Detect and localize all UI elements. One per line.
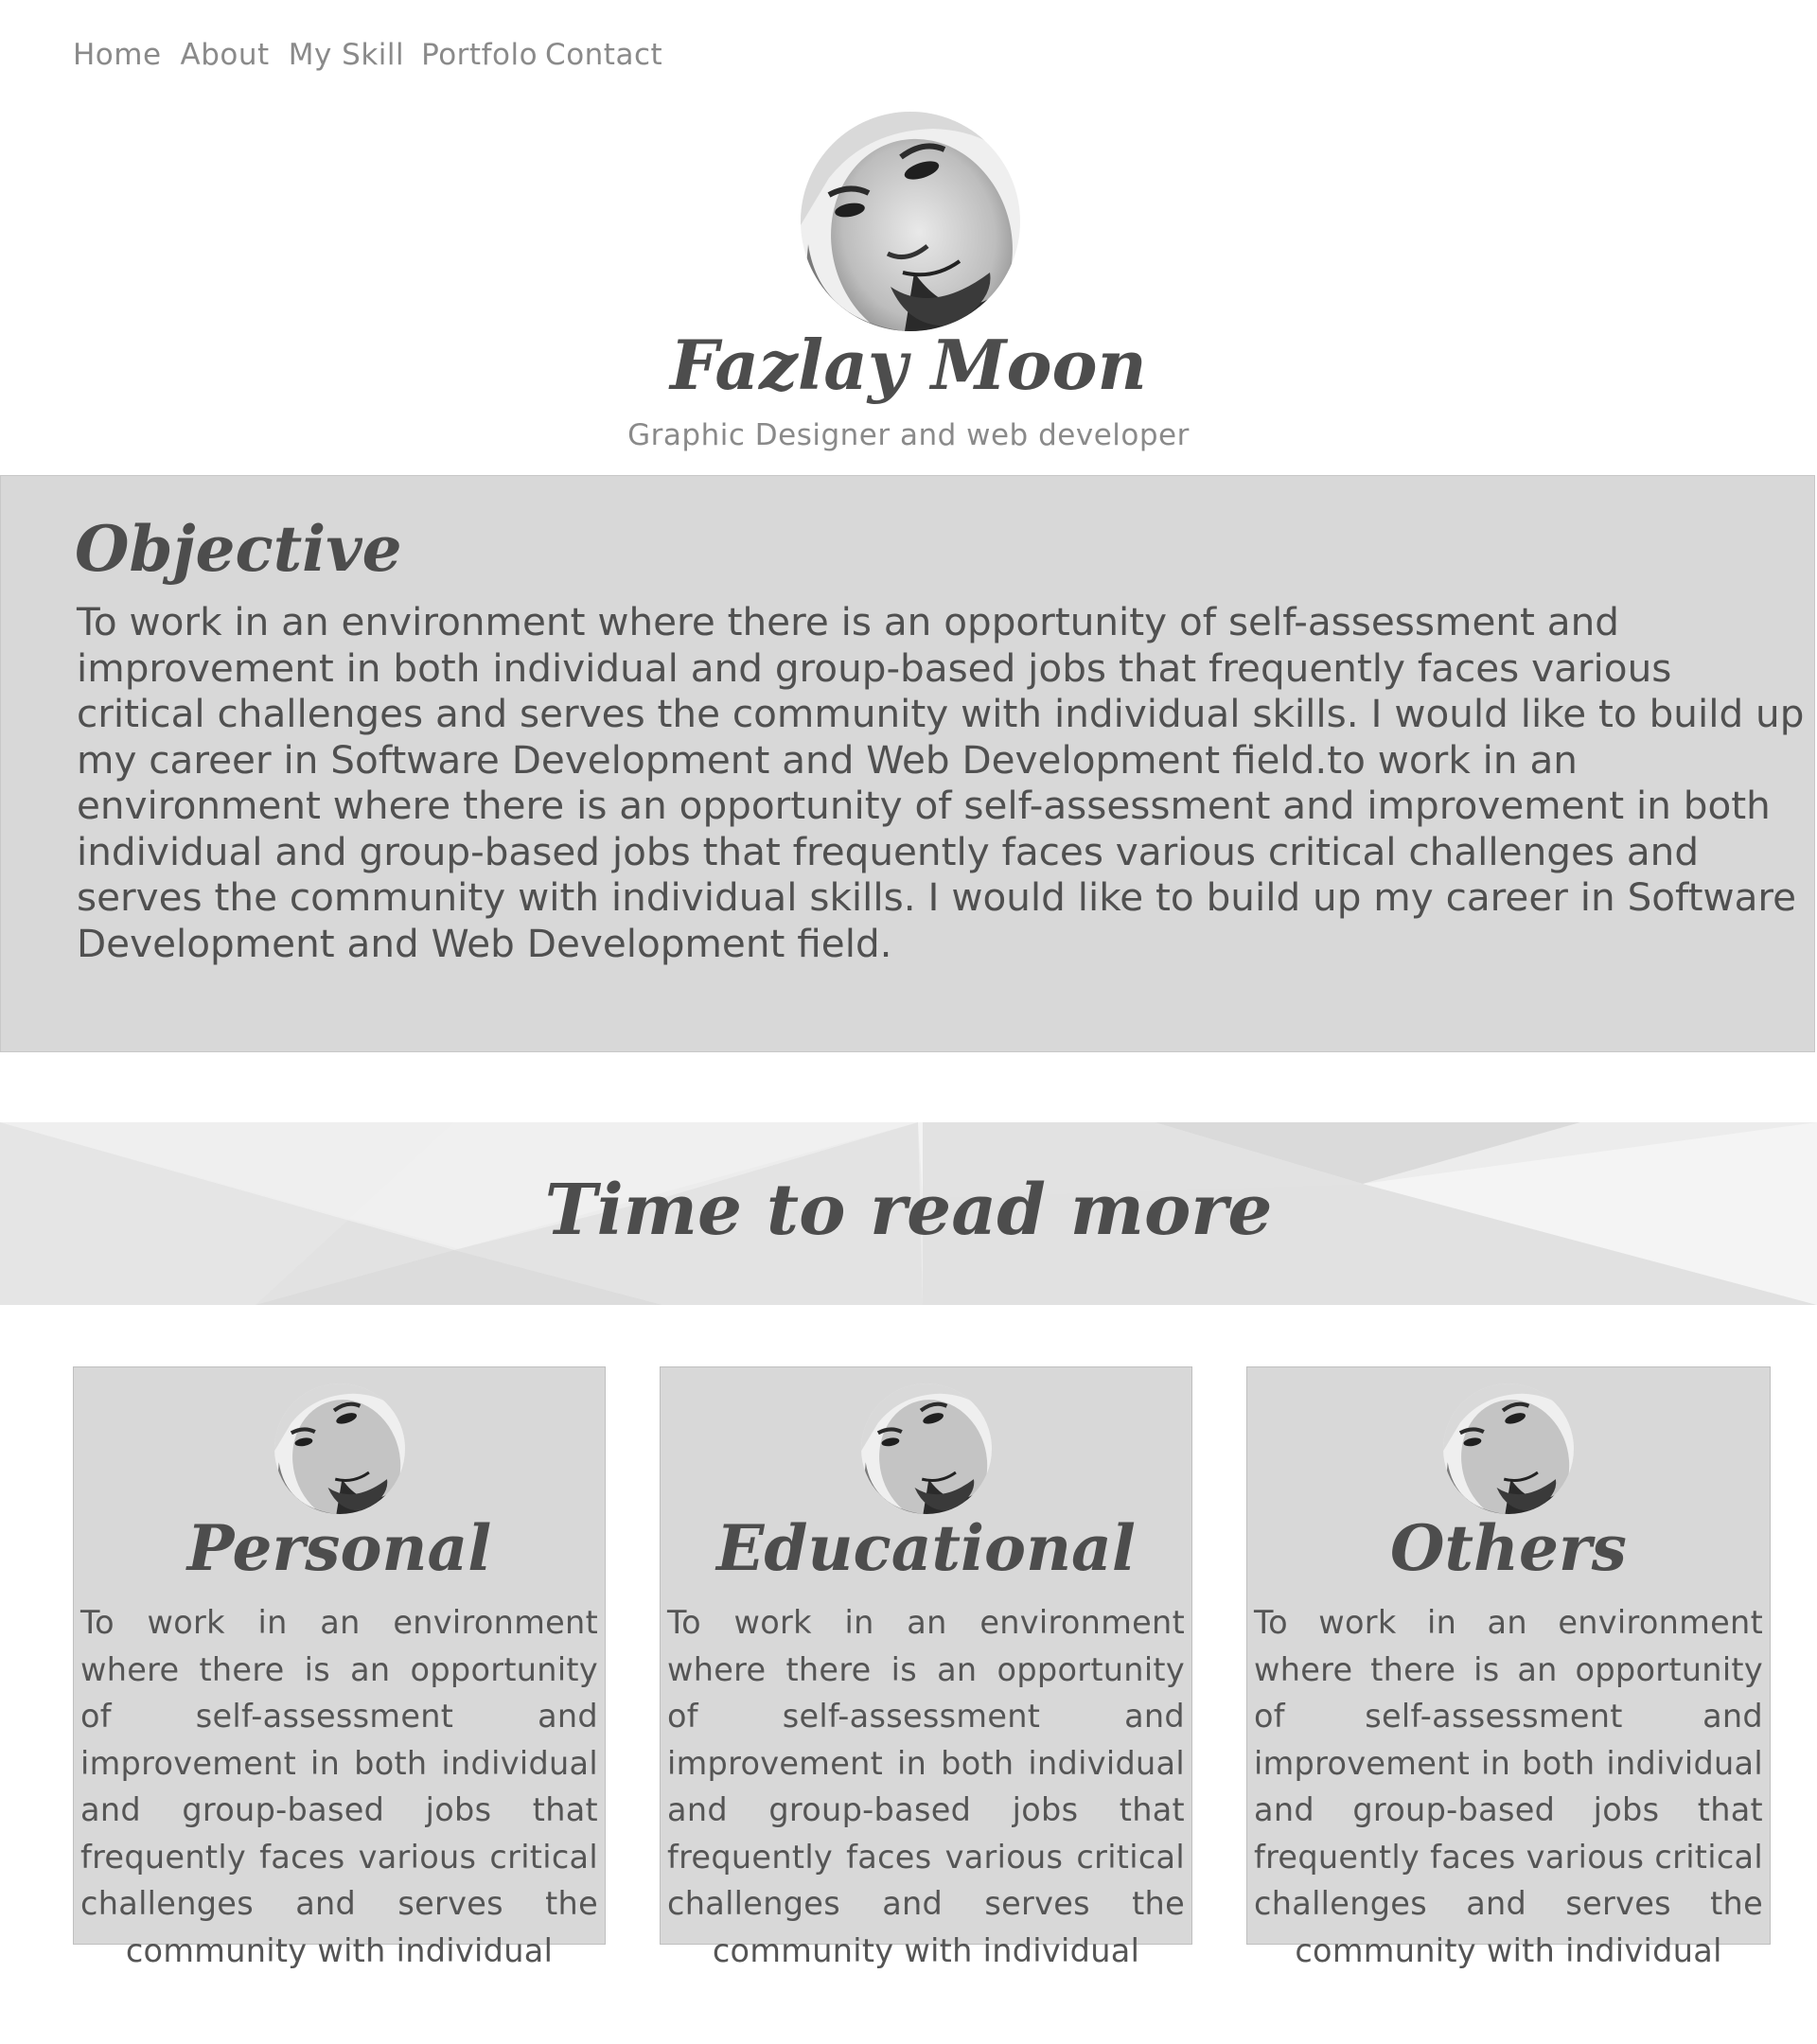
nav-portfolio-link[interactable]: Portfolo	[421, 38, 538, 72]
objective-text: To work in an environment where there is…	[77, 599, 1805, 966]
nav-about-link[interactable]: About	[181, 38, 270, 72]
portrait-photo-icon	[1443, 1383, 1574, 1514]
portrait-photo-icon	[860, 1383, 992, 1514]
profile-tagline: Graphic Designer and web developer	[627, 418, 1190, 452]
nav-contact-link[interactable]: Contact	[545, 38, 662, 72]
objective-section: Objective To work in an environment wher…	[0, 475, 1815, 1052]
nav-home-link[interactable]: Home	[73, 38, 162, 72]
card-others: Others To work in an environment where t…	[1246, 1366, 1771, 1969]
top-nav: Home About My Skill Portfolo Contact	[73, 38, 662, 72]
card-avatar	[273, 1383, 405, 1514]
objective-heading: Objective	[75, 512, 402, 586]
card-title: Educational	[716, 1511, 1136, 1585]
card-text: To work in an environment where there is…	[1254, 1604, 1763, 1969]
card-title: Others	[1390, 1511, 1627, 1585]
card-avatar	[860, 1383, 992, 1514]
portrait-photo-icon	[801, 112, 1020, 331]
portrait-photo-icon	[273, 1383, 405, 1514]
profile-avatar	[801, 112, 1020, 331]
card-text: To work in an environment where there is…	[80, 1604, 598, 1969]
read-more-banner: Time to read more	[0, 1122, 1817, 1305]
card-educational: Educational To work in an environment wh…	[660, 1366, 1192, 1969]
card-personal: Personal To work in an environment where…	[73, 1366, 606, 1969]
banner-heading: Time to read more	[544, 1170, 1273, 1251]
card-text: To work in an environment where there is…	[667, 1604, 1185, 1969]
card-avatar	[1443, 1383, 1574, 1514]
card-title: Personal	[186, 1511, 492, 1585]
nav-my-skill-link[interactable]: My Skill	[289, 38, 404, 72]
profile-name: Fazlay Moon	[670, 325, 1147, 405]
